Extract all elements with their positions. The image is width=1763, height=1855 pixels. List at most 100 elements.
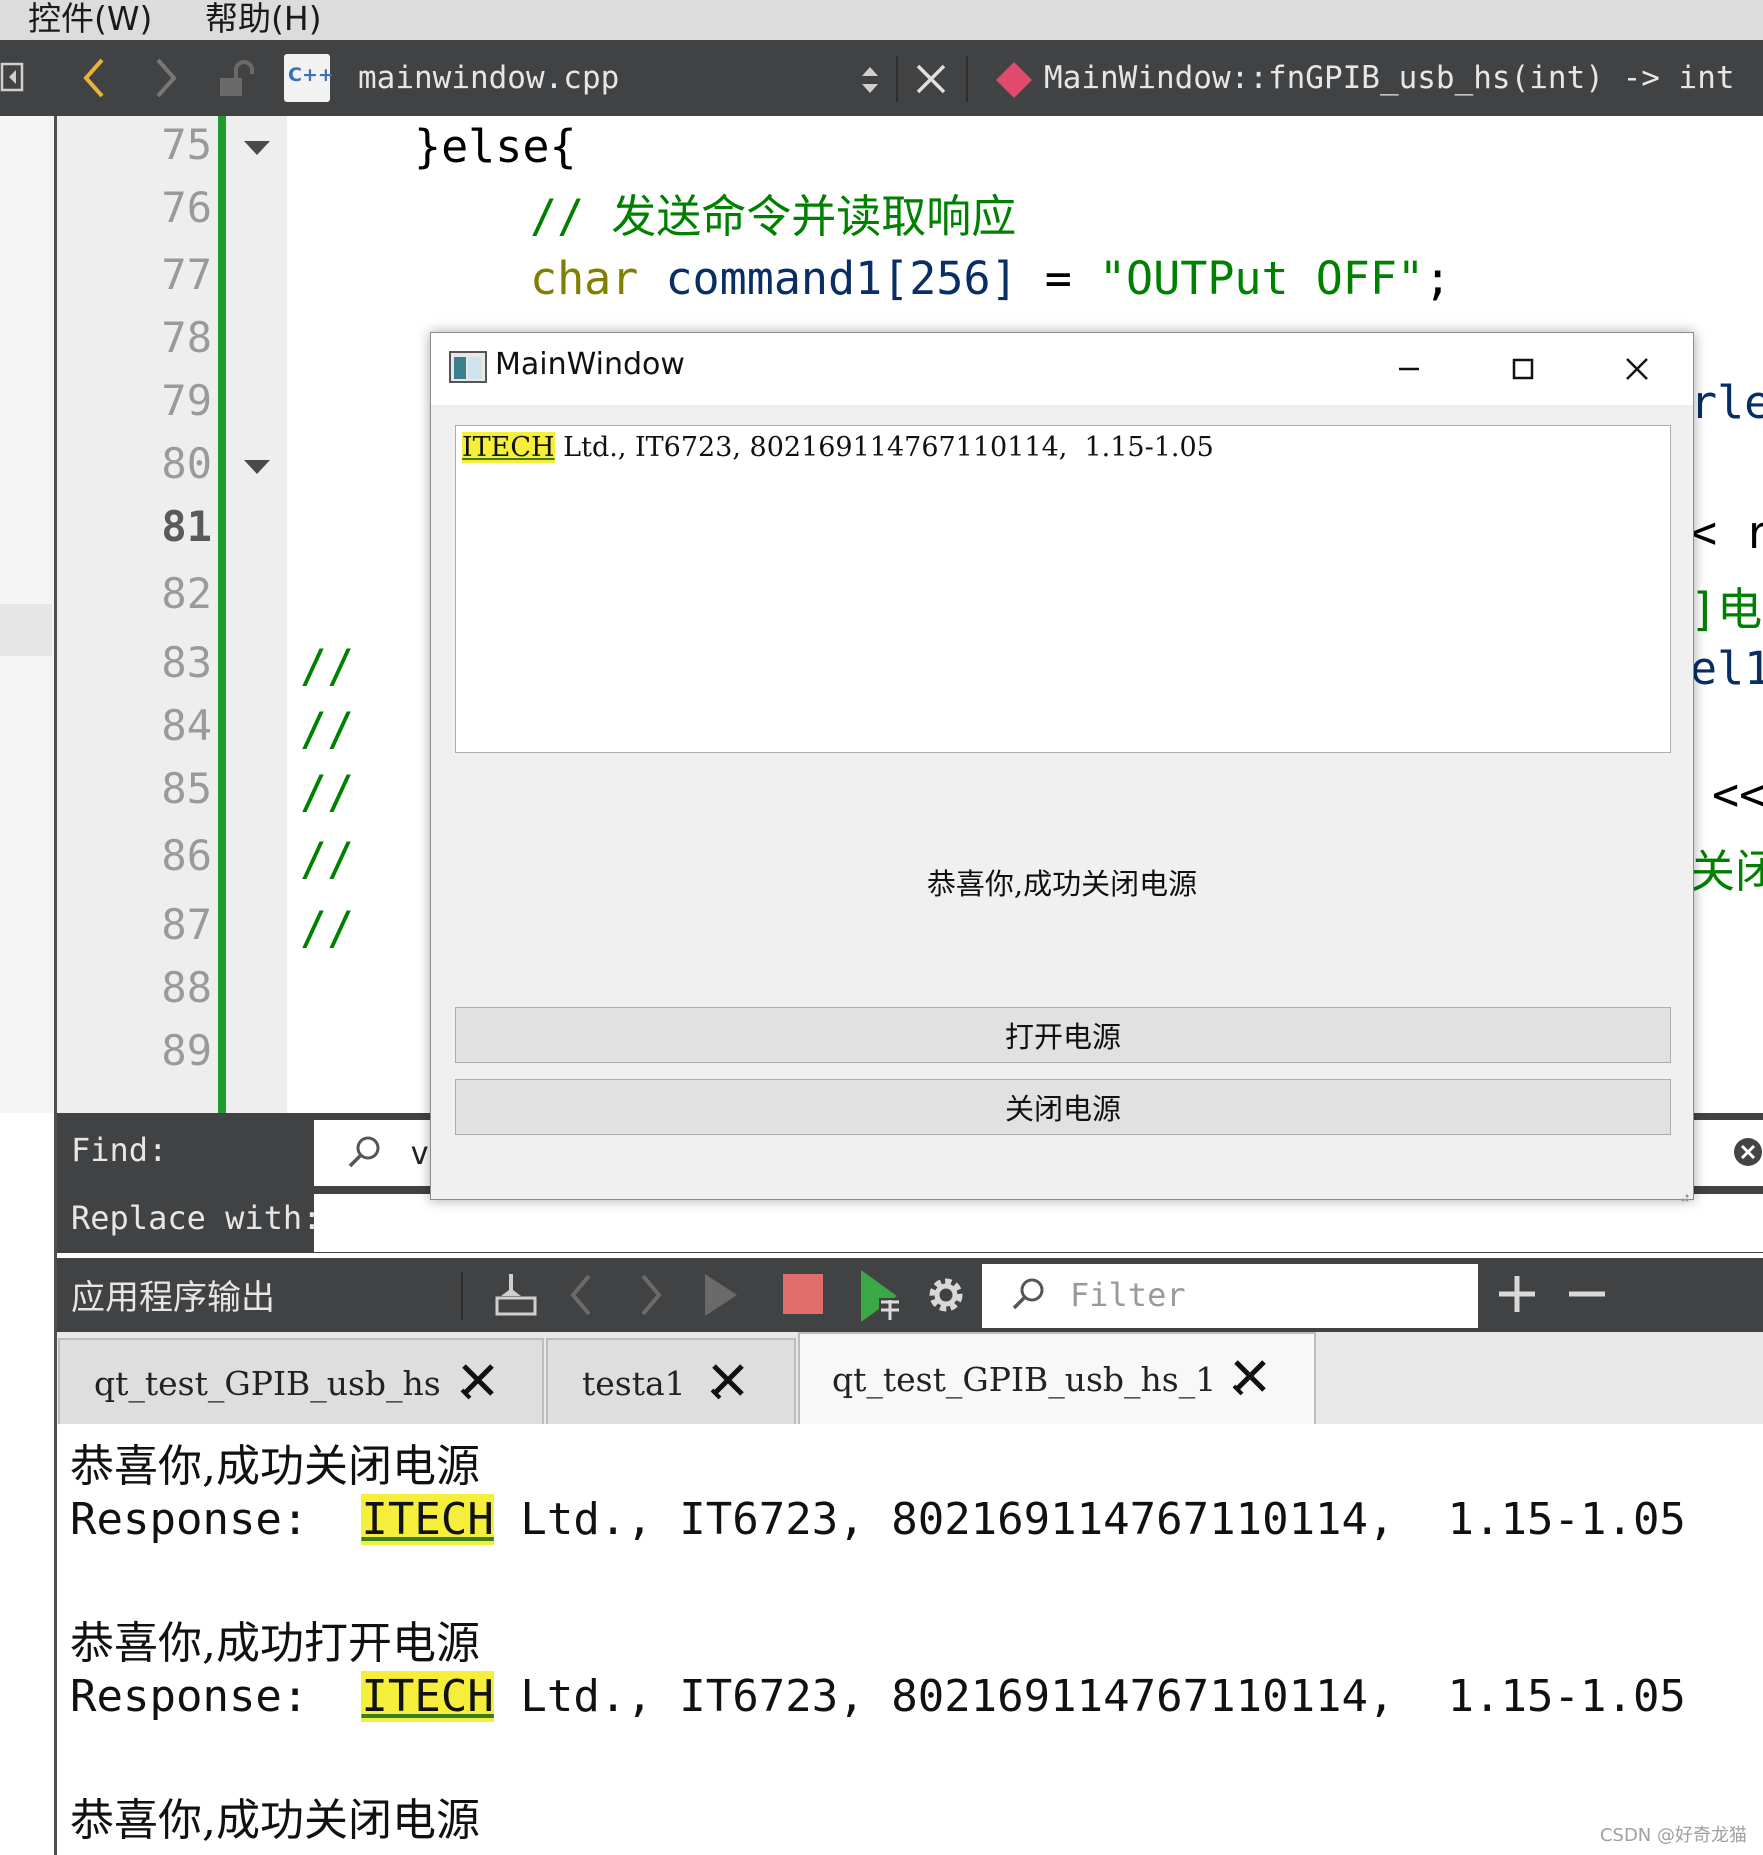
file-name[interactable]: mainwindow.cpp: [358, 60, 619, 96]
code-fragment: rle: [1690, 376, 1763, 429]
main-window-dialog: MainWindow ITECH Ltd., IT6723, 802169114…: [430, 332, 1694, 1202]
array-size: [256]: [882, 252, 1018, 305]
clear-find-icon[interactable]: [1734, 1138, 1762, 1166]
line-number: 84: [161, 701, 212, 750]
assign-op: =: [1017, 252, 1099, 305]
app-window-icon: [449, 351, 487, 383]
code-comment: // 发送命令并读取响应: [530, 190, 1017, 243]
search-icon: [348, 1134, 386, 1172]
dialog-title: MainWindow: [495, 347, 685, 382]
close-power-button[interactable]: 关闭电源: [455, 1079, 1671, 1135]
search-highlight: ITECH: [361, 1494, 494, 1545]
search-icon: [1012, 1276, 1050, 1314]
response-label: Response:: [70, 1494, 362, 1545]
menu-help[interactable]: 帮助(H): [205, 0, 322, 40]
replace-input[interactable]: [314, 1194, 1763, 1252]
fold-arrow-icon[interactable]: [244, 460, 270, 474]
find-value: v: [410, 1134, 430, 1172]
output-line: 恭喜你,成功关闭电源: [70, 1441, 480, 1492]
search-highlight: ITECH: [462, 432, 555, 463]
search-highlight: ITECH: [361, 1671, 494, 1722]
debug-run-icon[interactable]: [857, 1268, 907, 1324]
replace-label: Replace with:: [71, 1199, 322, 1237]
code-fragment: < r: [1690, 506, 1763, 559]
comment-marker: //: [300, 766, 355, 819]
response-textbox[interactable]: ITECH Ltd., IT6723, 802169114767110114, …: [455, 425, 1671, 753]
zoom-out-icon[interactable]: [1567, 1274, 1607, 1314]
line-number-current: 81: [161, 502, 212, 551]
output-pane-toolbar: 应用程序输出 Filter: [57, 1258, 1763, 1332]
close-tab-icon[interactable]: [1230, 1356, 1270, 1396]
editor-toolbar: C++ mainwindow.cpp MainWindow::fnGPIB_us…: [0, 40, 1763, 116]
code-fragment: <<: [1712, 768, 1763, 821]
fold-arrow-icon[interactable]: [244, 141, 270, 155]
modified-lines-bar: [218, 116, 226, 1113]
output-pane-title: 应用程序输出: [71, 1278, 275, 1318]
forward-arrow-icon[interactable]: [150, 56, 180, 100]
cpp-badge: C++: [288, 64, 334, 86]
line-number: 86: [161, 831, 212, 880]
menu-controls[interactable]: 控件(W): [28, 0, 152, 40]
tab-testa1[interactable]: testa1: [546, 1338, 796, 1424]
selection-marker: [0, 604, 52, 656]
line-number: 77: [161, 250, 212, 299]
tab-label: testa1: [582, 1364, 686, 1403]
lock-icon[interactable]: [218, 60, 258, 100]
response-text: Ltd., IT6723, 802169114767110114, 1.15-1…: [554, 432, 1214, 463]
string-literal: "OUTPut OFF": [1098, 252, 1425, 305]
line-number: 82: [161, 569, 212, 618]
zoom-in-icon[interactable]: [1497, 1274, 1537, 1314]
comment-marker: //: [300, 640, 355, 693]
dialog-titlebar[interactable]: MainWindow: [431, 333, 1693, 405]
output-line: 恭喜你,成功关闭电源: [70, 1795, 480, 1846]
tab-qt-test-gpib-usb-hs[interactable]: qt_test_GPIB_usb_hs: [58, 1338, 544, 1424]
response-text: Ltd., IT6723, 802169114767110114, 1.15-1…: [493, 1671, 1686, 1722]
response-text: Ltd., IT6723, 802169114767110114, 1.15-1…: [493, 1494, 1686, 1545]
line-number: 80: [161, 439, 212, 488]
resize-grip-icon[interactable]: [1681, 1187, 1689, 1202]
close-window-icon[interactable]: [1617, 349, 1657, 389]
stop-icon[interactable]: [783, 1274, 823, 1314]
code-else: }else{: [414, 120, 577, 173]
close-tab-icon[interactable]: [458, 1360, 498, 1400]
cpp-file-icon: C++: [284, 54, 334, 102]
line-number: 89: [161, 1026, 212, 1075]
toolbar-divider: [966, 56, 968, 102]
type-keyword: char: [530, 252, 639, 305]
menubar: 控件(W) 帮助(H): [0, 0, 1763, 40]
response-text-line: ITECH Ltd., IT6723, 802169114767110114, …: [462, 432, 1214, 463]
open-power-button[interactable]: 打开电源: [455, 1007, 1671, 1063]
back-arrow-icon[interactable]: [80, 56, 110, 100]
comment-marker: //: [300, 703, 355, 756]
filter-placeholder: Filter: [1070, 1276, 1186, 1314]
toggle-sidebar-icon[interactable]: [0, 60, 26, 94]
close-tab-icon[interactable]: [708, 1360, 748, 1400]
output-response-line: Response: ITECH Ltd., IT6723, 8021691147…: [70, 1671, 1686, 1722]
semicolon: ;: [1424, 252, 1452, 305]
identifier: command1: [665, 252, 883, 305]
code-fragment: ]电源: [1690, 583, 1763, 636]
line-number: 75: [161, 120, 212, 169]
status-label: 恭喜你,成功关闭电源: [926, 867, 1198, 901]
output-filter-input[interactable]: Filter: [982, 1264, 1478, 1328]
code-fragment: el1,: [1690, 642, 1763, 695]
line-number: 78: [161, 313, 212, 362]
previous-arrow-icon[interactable]: [567, 1272, 597, 1318]
gear-icon[interactable]: [923, 1272, 969, 1318]
run-icon[interactable]: [701, 1272, 741, 1318]
maximize-icon[interactable]: [1503, 349, 1543, 389]
code-line-77: char command1[256] = "OUTPut OFF";: [530, 252, 1451, 305]
clear-output-icon[interactable]: [491, 1270, 541, 1320]
next-arrow-icon[interactable]: [635, 1272, 665, 1318]
editor-left-margin: [0, 116, 56, 1113]
minimize-icon[interactable]: [1389, 349, 1429, 389]
watermark: CSDN @好奇龙猫: [1599, 1825, 1747, 1846]
close-icon[interactable]: [914, 62, 948, 96]
tab-qt-test-gpib-usb-hs-1[interactable]: qt_test_GPIB_usb_hs_1: [798, 1332, 1316, 1426]
tab-label: qt_test_GPIB_usb_hs_1: [832, 1360, 1217, 1399]
updown-stepper-icon[interactable]: [858, 62, 882, 98]
function-signature[interactable]: MainWindow::fnGPIB_usb_hs(int) -> int: [1044, 60, 1735, 96]
else-keyword: }else{: [414, 120, 577, 173]
line-number: 85: [161, 764, 212, 813]
find-label: Find:: [71, 1131, 168, 1169]
